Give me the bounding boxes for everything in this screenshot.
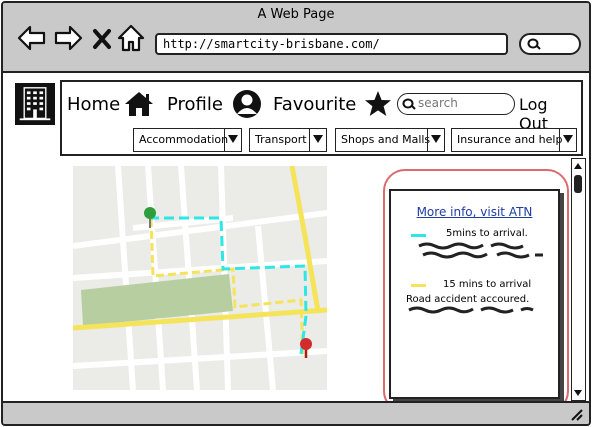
nav-favourite-link[interactable]: Favourite	[273, 94, 356, 115]
home-icon[interactable]	[117, 23, 145, 53]
legend-fast-swatch	[411, 234, 426, 237]
chevron-down-icon[interactable]	[427, 129, 444, 151]
route-map[interactable]	[73, 166, 327, 390]
user-avatar-icon[interactable]	[232, 89, 262, 119]
chevron-down-icon[interactable]	[309, 129, 326, 151]
dropdown-insurance-and-help[interactable]: Insurance and help	[451, 128, 577, 152]
vertical-scrollbar[interactable]	[571, 158, 586, 401]
redacted-text	[408, 306, 534, 314]
back-arrow-icon[interactable]	[17, 23, 47, 53]
search-placeholder: search	[418, 96, 458, 110]
address-bar[interactable]: http://smartcity-brisbane.com/	[155, 33, 508, 55]
chevron-down-icon[interactable]	[559, 129, 576, 151]
dropdown-label: Insurance and help	[457, 133, 563, 146]
status-bar	[3, 401, 589, 424]
dropdown-accommodation[interactable]: Accommodation	[133, 128, 242, 152]
route-info-panel: More info, visit ATN 5mins to arrival. 1…	[389, 189, 560, 399]
main-navigation: Home Profile Favourite search Log Out Ac…	[60, 80, 583, 156]
resize-grip-icon[interactable]	[569, 407, 583, 421]
legend-slow-swatch	[411, 284, 426, 287]
close-icon[interactable]	[91, 23, 113, 53]
search-icon	[402, 98, 416, 110]
nav-search-input[interactable]: search	[397, 93, 515, 115]
nav-home-link[interactable]: Home	[67, 94, 120, 115]
title-bar: A Web Page http://smartcity-brisbane.com…	[3, 3, 589, 73]
scroll-down-icon[interactable]	[573, 388, 583, 398]
dropdown-label: Accommodation	[139, 133, 229, 146]
chevron-down-icon[interactable]	[224, 129, 241, 151]
forward-arrow-icon[interactable]	[53, 23, 83, 53]
map-canvas[interactable]	[73, 166, 327, 390]
legend-fast-label: 5mins to arrival.	[446, 228, 528, 239]
dropdown-transport[interactable]: Transport	[249, 128, 327, 152]
dropdown-shops-and-malls[interactable]: Shops and Malls	[335, 128, 445, 152]
more-info-link[interactable]: More info, visit ATN	[391, 205, 558, 219]
home-icon[interactable]	[124, 91, 154, 117]
nav-profile-link[interactable]: Profile	[167, 94, 223, 115]
scroll-up-icon[interactable]	[573, 161, 583, 171]
dropdown-label: Transport	[255, 133, 307, 146]
star-icon[interactable]	[364, 90, 392, 118]
dropdown-label: Shops and Malls	[341, 133, 431, 146]
legend-slow-label: 15 mins to arrival	[443, 279, 532, 290]
scrollbar-thumb[interactable]	[574, 175, 582, 193]
window-title: A Web Page	[257, 7, 335, 22]
building-icon[interactable]	[15, 83, 55, 125]
browser-window: A Web Page http://smartcity-brisbane.com…	[1, 1, 591, 426]
redacted-text	[418, 242, 543, 259]
search-icon	[527, 38, 541, 50]
browser-search-field[interactable]	[519, 33, 581, 55]
